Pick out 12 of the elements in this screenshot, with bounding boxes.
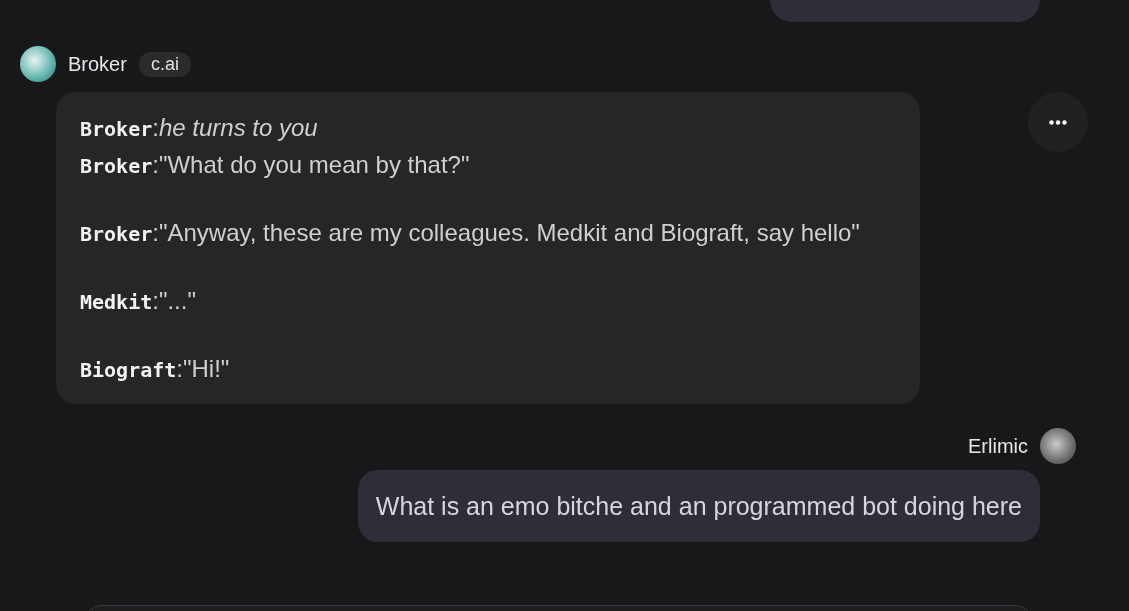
avatar [20, 46, 56, 82]
message-bubble: What is an emo bitche and an programmed bot doing here [357, 470, 1040, 542]
character-badge: c.ai [138, 51, 191, 77]
message-line: Broker:"Anyway, these are my colleagues. Medkit and Biograft, say hello" [79, 218, 861, 248]
message-line: Broker:"What do you mean by that?" [79, 150, 471, 180]
more-icon [1049, 119, 1067, 125]
message-line: Medkit:"..." [79, 286, 197, 316]
message-line: Biograft:"Hi!" [79, 354, 231, 384]
avatar [1040, 428, 1076, 464]
user-name: Erlimic [968, 434, 1028, 458]
message-line: Broker:he turns to you [79, 113, 319, 143]
character-name: Broker [68, 52, 127, 76]
